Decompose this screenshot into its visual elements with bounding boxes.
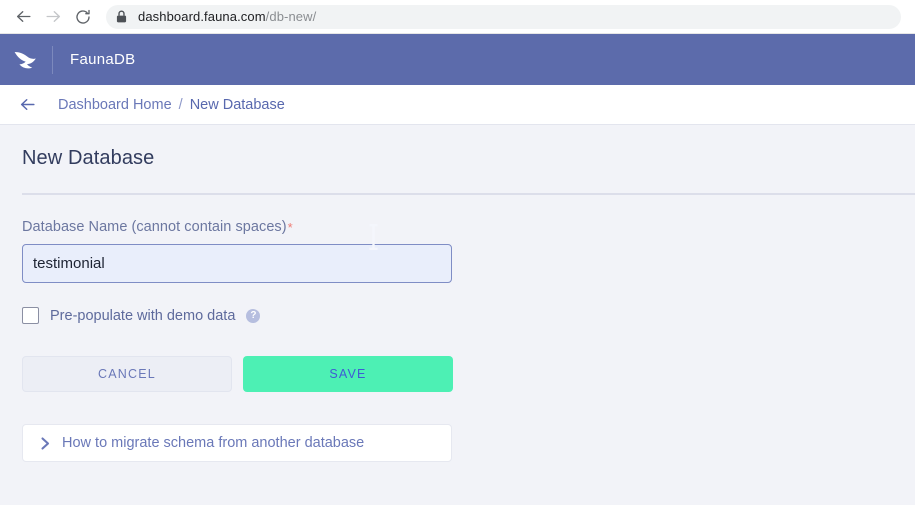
- prepopulate-checkbox-label[interactable]: Pre-populate with demo data: [50, 308, 235, 324]
- database-name-label: Database Name (cannot contain spaces)*: [22, 219, 915, 235]
- save-button[interactable]: SAVE: [243, 356, 453, 392]
- title-divider: [22, 193, 915, 195]
- prepopulate-checkbox[interactable]: [22, 307, 39, 324]
- required-marker: *: [287, 220, 293, 235]
- header-divider: [52, 45, 53, 74]
- arrow-left-icon: [20, 98, 35, 111]
- migrate-schema-accordion[interactable]: How to migrate schema from another datab…: [22, 424, 452, 462]
- arrow-right-icon: [45, 11, 60, 22]
- prepopulate-checkbox-row: Pre-populate with demo data ?: [22, 307, 915, 324]
- database-name-input-row: [22, 235, 452, 283]
- chevron-right-icon: [41, 436, 50, 450]
- browser-reload-button[interactable]: [68, 2, 98, 32]
- url-path: /db-new/: [265, 9, 317, 24]
- database-name-label-text: Database Name (cannot contain spaces): [22, 219, 287, 235]
- app-header: FaunaDB: [0, 34, 915, 85]
- breadcrumb-bar: Dashboard Home / New Database: [0, 85, 915, 125]
- lock-icon: [116, 10, 127, 23]
- browser-toolbar: dashboard.fauna.com/db-new/: [0, 0, 915, 34]
- brand-name: FaunaDB: [70, 51, 136, 68]
- url-domain: dashboard.fauna.com: [138, 9, 266, 24]
- breadcrumb-back-button[interactable]: [14, 92, 40, 118]
- reload-icon: [76, 9, 90, 24]
- breadcrumb-item-dashboard-home[interactable]: Dashboard Home: [58, 97, 172, 113]
- page-content: New Database Database Name (cannot conta…: [0, 125, 915, 504]
- page-title: New Database: [22, 147, 155, 169]
- browser-back-button[interactable]: [8, 2, 38, 32]
- database-name-input[interactable]: [22, 244, 452, 283]
- address-bar[interactable]: dashboard.fauna.com/db-new/: [106, 4, 901, 29]
- breadcrumb-separator: /: [178, 96, 183, 113]
- browser-forward-button[interactable]: [38, 2, 68, 32]
- question-circle-icon[interactable]: ?: [246, 308, 261, 323]
- fauna-bird-logo[interactable]: [10, 45, 40, 75]
- breadcrumb: Dashboard Home / New Database: [58, 97, 285, 113]
- arrow-left-icon: [16, 11, 31, 22]
- cancel-button[interactable]: CANCEL: [22, 356, 232, 392]
- form-actions: CANCEL SAVE: [22, 356, 915, 392]
- breadcrumb-item-new-database: New Database: [189, 96, 285, 113]
- migrate-schema-accordion-label: How to migrate schema from another datab…: [62, 435, 365, 451]
